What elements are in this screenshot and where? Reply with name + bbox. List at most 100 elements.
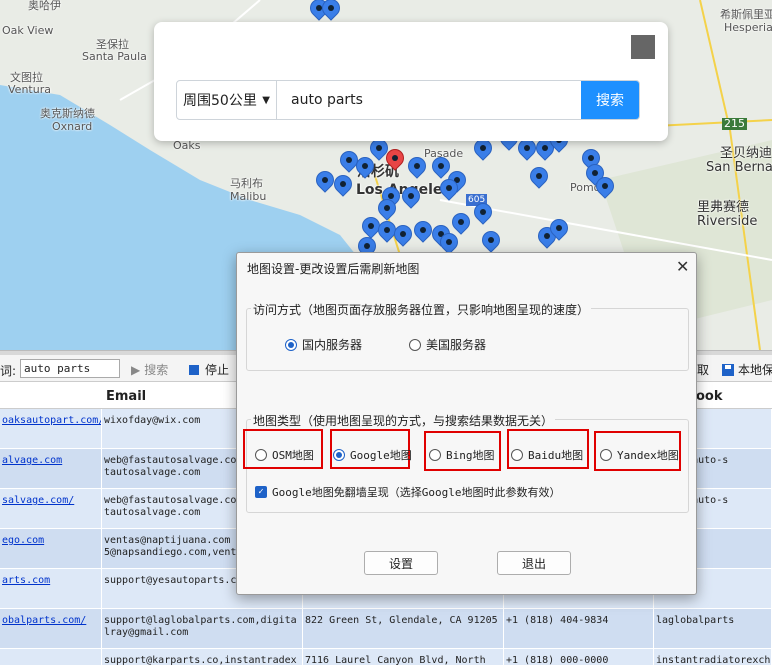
website-link[interactable]: oaksautopart.com/ bbox=[0, 409, 102, 448]
map-pin[interactable] bbox=[596, 178, 614, 202]
checkbox-label: Google地图免翻墙呈现（选择Google地图时此参数有效） bbox=[272, 486, 561, 499]
toolbar-local-save-button[interactable]: 本地保 bbox=[722, 361, 772, 378]
map-label-sb-cn: 圣贝纳迪 bbox=[720, 146, 772, 161]
map-label-oxnard-cn: 奥克斯纳德 bbox=[40, 107, 95, 120]
google-no-vpn-checkbox[interactable]: ✓ Google地图免翻墙呈现（选择Google地图时此参数有效） bbox=[255, 484, 560, 500]
map-pin[interactable] bbox=[518, 140, 536, 164]
radio-google[interactable]: Google地图 bbox=[333, 447, 412, 463]
map-label-santa-paula: Santa Paula bbox=[82, 50, 147, 63]
map-label-riverside-cn: 里弗赛德 bbox=[697, 200, 750, 215]
table-cell: 7116 Laurel Canyon Blvd, North bbox=[303, 649, 504, 665]
map-pin[interactable] bbox=[334, 176, 352, 200]
radio-label: Baidu地图 bbox=[528, 449, 584, 462]
map-pin-selected[interactable] bbox=[386, 150, 404, 174]
map-pin[interactable] bbox=[474, 140, 492, 164]
radio-server-us[interactable]: 美国服务器 bbox=[409, 336, 486, 353]
map-pin[interactable] bbox=[530, 168, 548, 192]
search-button[interactable]: 搜索 bbox=[581, 81, 639, 119]
play-icon: ▶ bbox=[131, 362, 141, 377]
website-link[interactable]: salvage.com/ bbox=[0, 489, 102, 528]
toolbar-stop-button[interactable]: 停止 bbox=[189, 361, 229, 378]
radio-dot bbox=[429, 449, 441, 461]
toolbar-search-label: 搜索 bbox=[144, 363, 169, 377]
highway-shield: 215 bbox=[722, 117, 747, 130]
radio-server-cn[interactable]: 国内服务器 bbox=[285, 336, 362, 353]
column-header-facebook: ook bbox=[696, 389, 723, 404]
keyword-input[interactable]: auto parts bbox=[20, 359, 120, 378]
radio-dot bbox=[600, 449, 612, 461]
radio-baidu[interactable]: Baidu地图 bbox=[511, 447, 583, 463]
map-pin[interactable] bbox=[440, 180, 458, 204]
search-input[interactable]: auto parts bbox=[277, 81, 581, 119]
map-pin[interactable] bbox=[414, 222, 432, 246]
radio-label: 美国服务器 bbox=[426, 338, 487, 352]
radio-label: Yandex地图 bbox=[617, 449, 679, 462]
radio-dot-selected bbox=[333, 449, 345, 461]
table-cell: +1 (818) 404-9834 bbox=[504, 609, 654, 648]
apply-button[interactable]: 设置 bbox=[364, 551, 438, 575]
radio-osm[interactable]: OSM地图 bbox=[255, 447, 314, 463]
toolbar-stop-label: 停止 bbox=[205, 363, 230, 377]
dialog-title: 地图设置-更改设置后需刷新地图 bbox=[247, 262, 420, 276]
website-link[interactable]: alvage.com bbox=[0, 449, 102, 488]
radio-label: Bing地图 bbox=[446, 449, 495, 462]
map-label-malibu: Malibu bbox=[230, 190, 267, 203]
keyword-label: 词: bbox=[0, 364, 17, 378]
column-header-email: Email bbox=[106, 389, 147, 404]
radio-yandex[interactable]: Yandex地图 bbox=[600, 447, 679, 463]
map-pin[interactable] bbox=[316, 172, 334, 196]
map-label-hesperia: Hesperia bbox=[724, 21, 772, 34]
map-pin[interactable] bbox=[474, 204, 492, 228]
radio-dot bbox=[511, 449, 523, 461]
table-cell: laglobalparts bbox=[654, 609, 772, 648]
search-bar: 周围50公里 ▼ auto parts 搜索 bbox=[176, 80, 640, 120]
map-label-sb: San Berna bbox=[706, 160, 772, 175]
map-pin[interactable] bbox=[356, 158, 374, 182]
table-row[interactable]: obalparts.com/support@laglobalparts.com,… bbox=[0, 609, 772, 649]
radio-dot bbox=[409, 338, 421, 351]
toolbar-search-button[interactable]: ▶ 搜索 bbox=[131, 361, 168, 378]
chevron-down-icon: ▼ bbox=[262, 94, 270, 106]
website-link[interactable]: arts.com bbox=[0, 569, 102, 608]
radio-label: 国内服务器 bbox=[302, 338, 363, 352]
map-label-oxnard: Oxnard bbox=[52, 120, 93, 133]
toolbar-local-save-label: 本地保 bbox=[738, 363, 772, 377]
website-link[interactable] bbox=[0, 649, 102, 665]
checkmark-icon: ✓ bbox=[255, 486, 267, 498]
close-icon[interactable]: ✕ bbox=[676, 257, 689, 276]
save-icon bbox=[722, 363, 734, 376]
table-cell: +1 (818) 000-0000 bbox=[504, 649, 654, 665]
map-label-oak-view: Oak View bbox=[2, 24, 54, 37]
map-pin[interactable] bbox=[402, 188, 420, 212]
map-label-ojai: 奥哈伊 bbox=[28, 0, 61, 12]
map-pin[interactable] bbox=[378, 200, 396, 224]
toolbar-take-button[interactable]: 取 bbox=[697, 361, 709, 378]
exit-button[interactable]: 退出 bbox=[497, 551, 571, 575]
map-label-malibu-cn: 马利布 bbox=[230, 177, 263, 190]
radio-label: Google地图 bbox=[350, 449, 412, 462]
search-panel: 周围50公里 ▼ auto parts 搜索 bbox=[154, 22, 668, 141]
map-type-legend: 地图类型（使用地图呈现的方式，与搜索结果数据无关） bbox=[251, 412, 556, 429]
map-label-hesperia-cn: 希斯佩里亚 bbox=[720, 8, 772, 21]
table-cell: instantradiatorexch bbox=[654, 649, 772, 665]
panel-close-button[interactable] bbox=[631, 35, 655, 59]
table-cell: support@laglobalparts.com,digita lray@gma… bbox=[102, 609, 303, 648]
table-row[interactable]: support@karparts.co,instantradex 7116 Lau… bbox=[0, 649, 772, 665]
table-cell: support@karparts.co,instantradex bbox=[102, 649, 303, 665]
radio-dot-selected bbox=[285, 338, 297, 351]
map-pin[interactable] bbox=[408, 158, 426, 182]
map-pin[interactable] bbox=[322, 0, 340, 24]
radio-bing[interactable]: Bing地图 bbox=[429, 447, 495, 463]
map-settings-dialog: 地图设置-更改设置后需刷新地图 ✕ 访问方式（地图页面存放服务器位置，只影响地图… bbox=[236, 252, 697, 595]
access-legend: 访问方式（地图页面存放服务器位置，只影响地图呈现的速度） bbox=[251, 301, 592, 318]
map-label-oaks: Oaks bbox=[173, 139, 201, 152]
range-select[interactable]: 周围50公里 ▼ bbox=[177, 81, 277, 119]
radio-label: OSM地图 bbox=[272, 449, 314, 462]
map-pin[interactable] bbox=[550, 220, 568, 244]
range-select-value: 周围50公里 bbox=[183, 93, 257, 109]
map-label-riverside: Riverside bbox=[697, 214, 758, 229]
website-link[interactable]: ego.com bbox=[0, 529, 102, 568]
stop-icon bbox=[189, 364, 199, 375]
website-link[interactable]: obalparts.com/ bbox=[0, 609, 102, 648]
map-pin[interactable] bbox=[394, 226, 412, 250]
